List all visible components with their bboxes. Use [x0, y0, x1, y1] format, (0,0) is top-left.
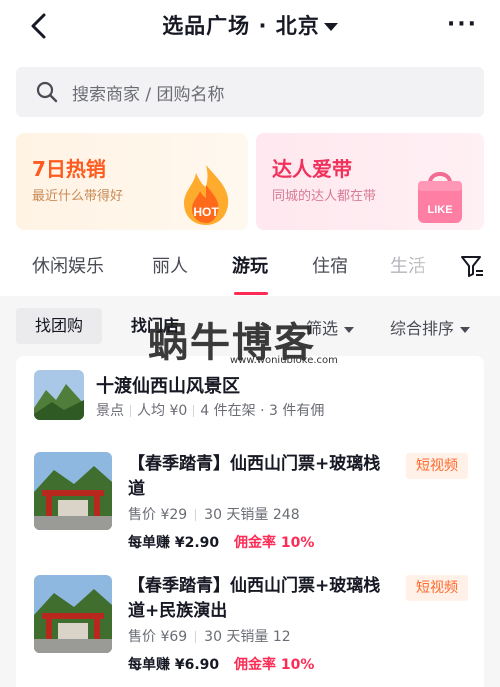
short-video-tag: 短视频 — [406, 453, 468, 479]
category-tabs: 休闲娱乐 丽人 游玩 住宿 生活 — [0, 240, 500, 296]
earn-per-order: 每单赚 ¥2.90 — [128, 535, 220, 551]
filter-chip-deals[interactable]: 找团购 — [16, 308, 102, 344]
shop-category: 景点 — [96, 403, 124, 419]
mountain-image — [34, 370, 84, 420]
banner-hot-sales[interactable]: 7日热销 最近什么带得好 HOT — [16, 133, 248, 230]
earn-per-order: 每单赚 ¥6.90 — [128, 657, 220, 673]
product-thumbnail[interactable] — [34, 452, 112, 530]
product-title[interactable]: 【春季踏青】仙西山门票+玻璃栈道+民族演出 — [128, 574, 396, 624]
page-title-text: 选品广场 · 北京 — [162, 14, 320, 38]
product-price: 售价 ¥69 — [128, 629, 188, 645]
search-placeholder: 搜索商家 / 团购名称 — [72, 85, 225, 105]
tab-leisure[interactable]: 休闲娱乐 — [32, 252, 104, 278]
banner-badge: LIKE — [427, 204, 452, 216]
shop-name[interactable]: 十渡仙西山风景区 — [96, 372, 240, 398]
commission-rate: 佣金率 10% — [234, 657, 315, 673]
shopping-bag-icon: LIKE — [418, 172, 462, 223]
sort-dropdown-label: 综合排序 — [390, 319, 455, 338]
shop-thumbnail[interactable] — [34, 370, 84, 420]
shop-avg-price: 人均 ¥0 — [137, 403, 188, 419]
search-bar[interactable]: 搜索商家 / 团购名称 — [16, 67, 484, 117]
divider — [193, 405, 195, 417]
chevron-down-icon — [460, 326, 471, 333]
watermark-url: www.woniubloke.com — [230, 355, 338, 366]
sort-dropdown[interactable]: 综合排序 — [390, 315, 471, 339]
divider — [195, 631, 197, 643]
divider — [130, 405, 131, 417]
banner-subtitle: 同城的达人都在带 — [272, 189, 377, 204]
product-title[interactable]: 【春季踏青】仙西山门票+玻璃栈道 — [128, 452, 396, 502]
shop-listing-count: 4 件在架 · 3 件有佣 — [200, 403, 325, 419]
scenic-gate-image — [34, 452, 112, 530]
watermark: 蜗牛博客 www.woniubloke.com — [148, 310, 368, 370]
filter-icon[interactable] — [460, 254, 484, 278]
divider — [195, 509, 197, 521]
product-price-row: 售价 ¥29 30 天销量 248 — [128, 504, 300, 524]
banner-title: 7日热销 — [32, 157, 106, 181]
product-sales: 30 天销量 248 — [204, 507, 300, 523]
flame-icon: HOT — [184, 165, 229, 225]
product-price: 售价 ¥29 — [128, 507, 188, 523]
tab-beauty[interactable]: 丽人 — [152, 252, 188, 278]
more-icon[interactable]: ··· — [447, 12, 478, 37]
tab-lodging[interactable]: 住宿 — [312, 252, 348, 278]
chevron-down-icon — [323, 23, 338, 31]
commission-rate: 佣金率 10% — [234, 535, 315, 551]
banner-subtitle: 最近什么带得好 — [32, 189, 124, 204]
short-video-tag: 短视频 — [406, 575, 468, 601]
search-icon — [36, 81, 58, 103]
top-bar: 选品广场 · 北京 ··· — [0, 0, 500, 52]
active-tab-indicator — [234, 292, 268, 295]
tabs-fade — [410, 240, 460, 290]
product-thumbnail[interactable] — [34, 575, 112, 653]
scenic-gate-image — [34, 575, 112, 653]
tab-play[interactable]: 游玩 — [232, 252, 268, 278]
banner-badge: HOT — [193, 205, 219, 219]
shop-meta: 景点 人均 ¥0 4 件在架 · 3 件有佣 — [96, 400, 330, 420]
page-title[interactable]: 选品广场 · 北京 — [0, 10, 500, 40]
banner-title: 达人爱带 — [272, 157, 352, 181]
banner-creator-favorites[interactable]: 达人爱带 同城的达人都在带 LIKE — [256, 133, 484, 230]
product-price-row: 售价 ¥69 30 天销量 12 — [128, 626, 291, 646]
product-sales: 30 天销量 12 — [204, 629, 291, 645]
